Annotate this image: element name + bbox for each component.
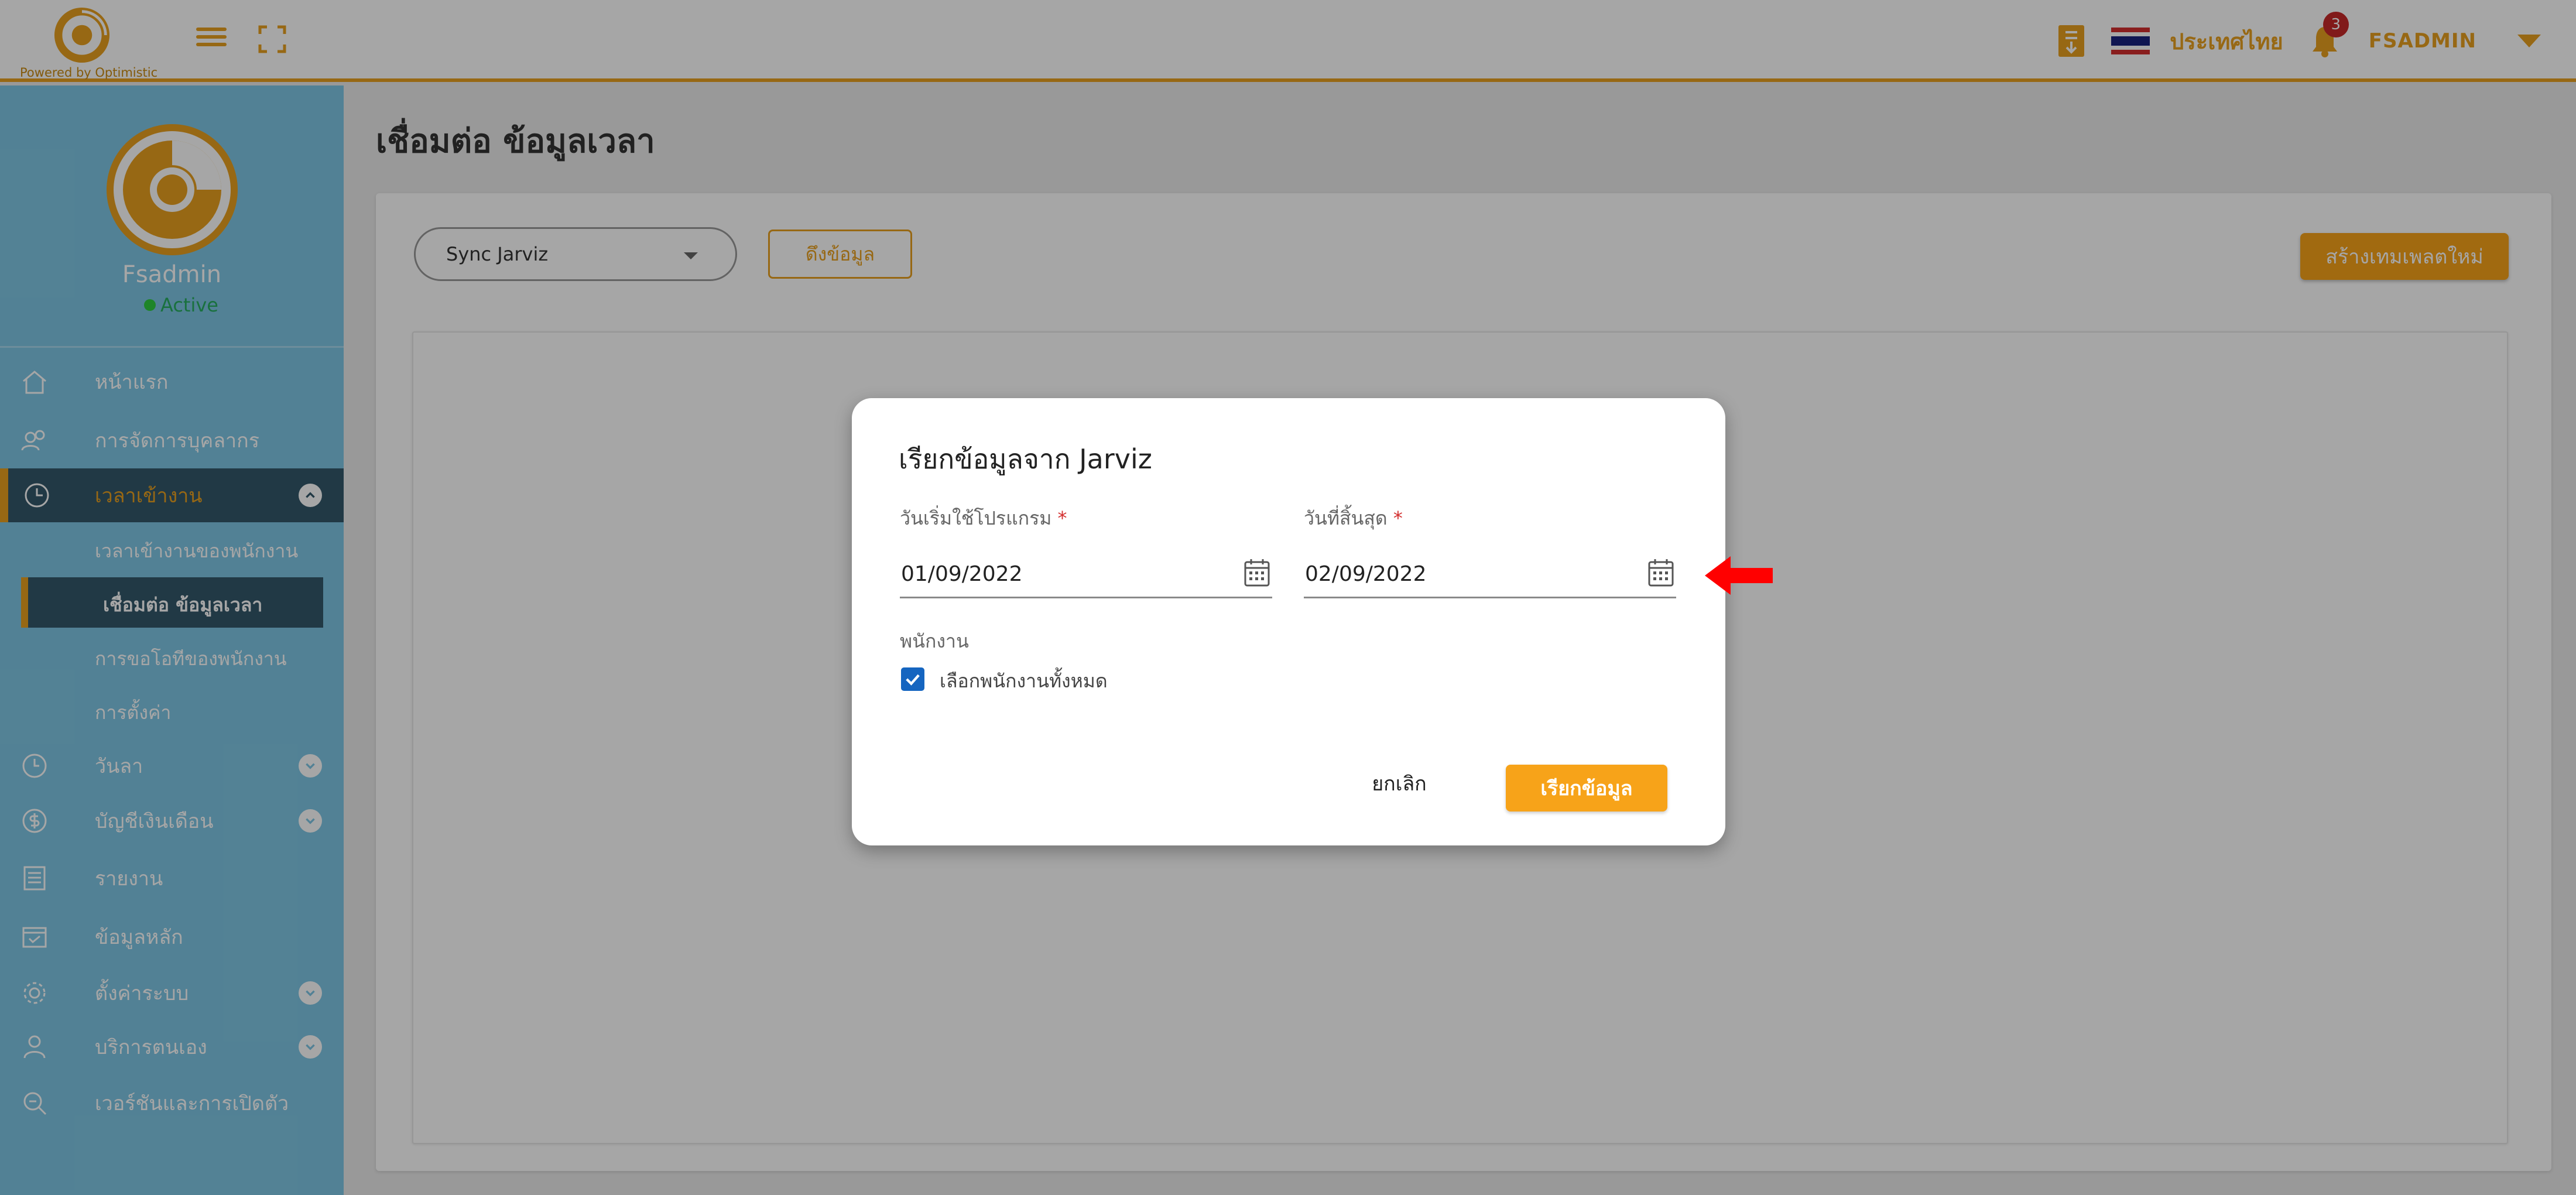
end-date-label-text: วันที่สิ้นสุด — [1304, 507, 1388, 529]
required-mark: * — [1057, 507, 1067, 529]
dialog-title: เรียกข้อมูลจาก Jarviz — [899, 443, 1152, 475]
required-mark: * — [1393, 507, 1403, 529]
calendar-icon[interactable] — [1243, 557, 1271, 588]
employee-label: พนักงาน — [900, 630, 969, 652]
start-date-value: 01/09/2022 — [901, 562, 1023, 586]
start-date-label: วันเริ่มใช้โปรแกรม * — [900, 504, 1067, 533]
select-all-checkbox[interactable] — [901, 667, 924, 691]
fetch-submit-button[interactable]: เรียกข้อมูล — [1506, 765, 1667, 811]
end-date-value: 02/09/2022 — [1305, 562, 1427, 586]
checkmark-icon — [906, 674, 920, 686]
select-all-label[interactable]: เลือกพนักงานทั้งหมด — [940, 666, 1108, 696]
cancel-button[interactable]: ยกเลิก — [1355, 762, 1443, 804]
fetch-dialog: เรียกข้อมูลจาก Jarviz วันเริ่มใช้โปรแกรม… — [852, 398, 1725, 845]
annotation-arrow-icon — [1705, 556, 1773, 595]
start-date-field[interactable]: 01/09/2022 — [900, 557, 1272, 598]
end-date-label: วันที่สิ้นสุด * — [1304, 504, 1403, 533]
end-date-field[interactable]: 02/09/2022 — [1304, 557, 1676, 598]
calendar-icon[interactable] — [1647, 557, 1675, 588]
start-date-label-text: วันเริ่มใช้โปรแกรม — [900, 507, 1052, 529]
